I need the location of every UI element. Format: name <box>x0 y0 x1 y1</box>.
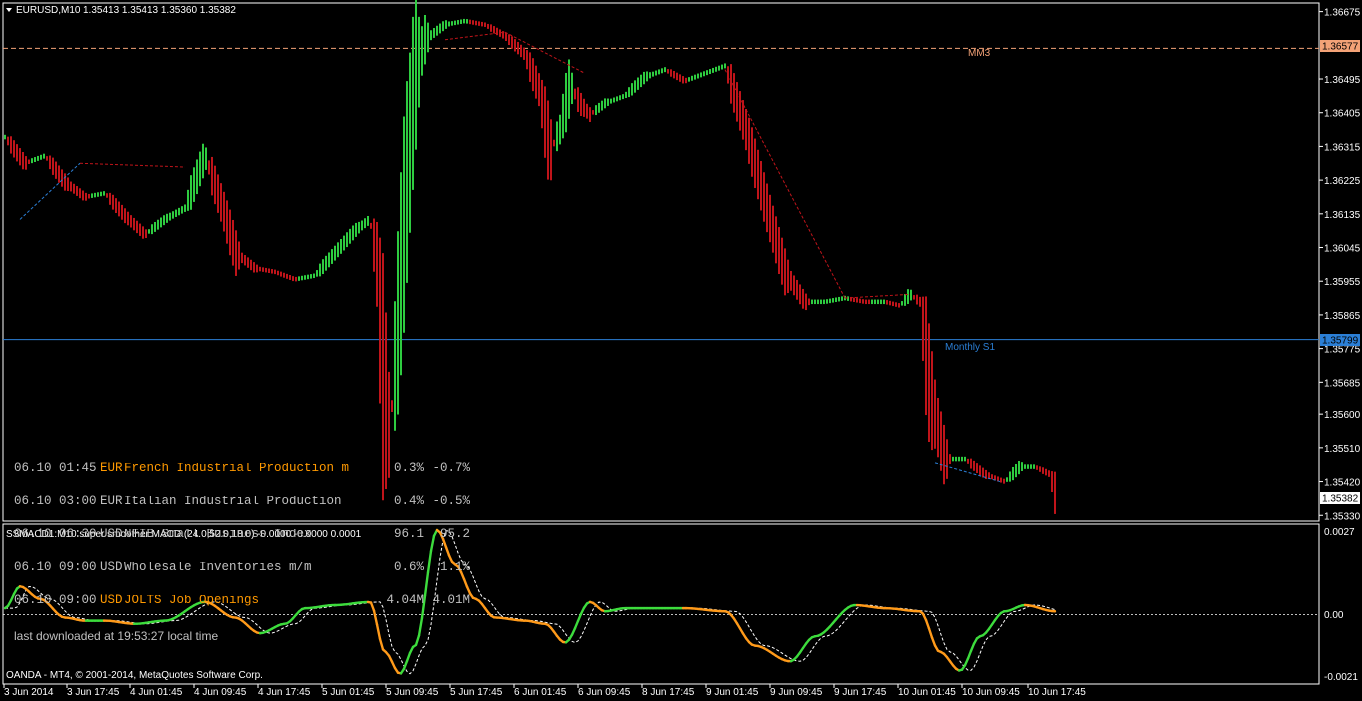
news-actual: 4.04M <box>386 593 424 607</box>
monthly-s1-label: Monthly S1 <box>945 342 995 353</box>
news-time: 06.10 01:45 <box>14 461 97 475</box>
news-row: 06.10 06:30 USD NFIB Small Business Inde… <box>14 527 484 541</box>
time-tick-label: 10 Jun 09:45 <box>962 687 1020 698</box>
price-plot[interactable] <box>3 0 1319 514</box>
time-tick-label: 9 Jun 17:45 <box>834 687 887 698</box>
price-tick-label: 1.35510 <box>1324 444 1361 455</box>
news-currency: USD <box>100 527 123 541</box>
svg-text:1.35382: 1.35382 <box>1322 494 1359 505</box>
news-event: French Industrial Production m <box>124 463 350 474</box>
news-actual: 0.4% <box>393 494 424 508</box>
news-event: Wholesale Inventories m/m <box>124 562 312 573</box>
macd-down-segment <box>927 627 934 639</box>
news-currency: EUR <box>100 494 123 508</box>
news-actual: 0.6% <box>393 560 424 574</box>
macd-up-segment <box>966 649 973 660</box>
news-time: 06.10 03:00 <box>14 494 97 508</box>
news-time: 06.10 06:30 <box>14 527 97 541</box>
time-tick-label: 10 Jun 01:45 <box>898 687 956 698</box>
news-actual: 0.3% <box>393 461 424 475</box>
macd-tick-top: 0.0027 <box>1324 527 1355 538</box>
price-tick-label: 1.36405 <box>1324 109 1361 120</box>
price-tick-label: 1.35600 <box>1324 410 1361 421</box>
mm3-price-tag: 1.36577 <box>1320 40 1360 53</box>
current-price-tag: 1.35382 <box>1320 492 1360 505</box>
news-prior: -0.5% <box>432 494 470 508</box>
time-tick-label: 9 Jun 01:45 <box>706 687 759 698</box>
copyright-label: OANDA - MT4, © 2001-2014, MetaQuotes Sof… <box>6 670 263 681</box>
time-tick-label: 9 Jun 09:45 <box>770 687 823 698</box>
time-tick-label: 3 Jun 17:45 <box>67 687 120 698</box>
price-tick-label: 1.35955 <box>1324 277 1361 288</box>
time-tick-label: 6 Jun 01:45 <box>514 687 567 698</box>
news-time: 06.10 09:00 <box>14 560 97 574</box>
news-prior: 95.2 <box>439 527 470 541</box>
price-tick-label: 1.35420 <box>1324 478 1361 489</box>
macd-down-segment <box>924 618 931 630</box>
news-time: 06.10 09:00 <box>14 593 97 607</box>
price-tick-label: 1.35865 <box>1324 311 1361 322</box>
price-tick-label: 1.35330 <box>1324 511 1361 522</box>
news-currency: USD <box>100 560 123 574</box>
news-row: 06.10 03:00 EUR Italian Industrial Produ… <box>14 494 484 508</box>
divergence-line <box>444 31 506 41</box>
macd-up-segment <box>405 651 412 663</box>
price-tick-label: 1.36135 <box>1324 210 1361 221</box>
svg-text:1.36577: 1.36577 <box>1322 42 1359 53</box>
time-tick-label: 4 Jun 17:45 <box>258 687 311 698</box>
time-tick-label: 4 Jun 09:45 <box>194 687 247 698</box>
price-tick-label: 1.35685 <box>1324 378 1361 389</box>
price-tick-label: 1.36045 <box>1324 244 1361 255</box>
time-axis: 3 Jun 2014 3 Jun 17:45 4 Jun 01:45 4 Jun 09… <box>3 684 1086 698</box>
macd-up-segment <box>402 659 409 671</box>
time-tick-label: 6 Jun 09:45 <box>578 687 631 698</box>
macd-down-segment <box>930 636 937 647</box>
symbol-label: EURUSD,M10 <box>16 5 81 16</box>
mm3-label: MM3 <box>968 48 991 59</box>
monthly-s1-price-tag: 1.35799 <box>1320 334 1360 347</box>
price-tick-label: 1.36315 <box>1324 142 1361 153</box>
time-tick-label: 10 Jun 17:45 <box>1028 687 1086 698</box>
news-row: 06.10 09:00 USD JOLTS Job Openings 4.04M… <box>14 593 484 607</box>
chevron-down-icon[interactable] <box>6 8 12 12</box>
news-panel: 06.10 01:45 EUR French Industrial Produc… <box>14 441 484 653</box>
price-axis: 1.36675 1.36495 1.36405 1.36315 1.36225 1.361… <box>1319 8 1361 522</box>
ohlc-label: 1.35413 1.35413 1.35360 1.35382 <box>83 5 236 16</box>
news-currency: EUR <box>100 461 123 475</box>
time-tick-label: 8 Jun 17:45 <box>642 687 695 698</box>
news-event: NFIB Small Business Index <box>124 529 312 540</box>
macd-tick-zero: 0.00 <box>1324 610 1344 621</box>
price-tick-label: 1.36225 <box>1324 176 1361 187</box>
news-row: 06.10 01:45 EUR French Industrial Produc… <box>14 461 484 475</box>
time-tick-label: 5 Jun 01:45 <box>322 687 375 698</box>
news-prior: 4.01M <box>432 593 470 607</box>
macd-tick-bottom: -0.0021 <box>1324 672 1358 683</box>
time-tick-label: 5 Jun 17:45 <box>450 687 503 698</box>
divergence-line <box>79 162 186 168</box>
news-event: Italian Industrial Production <box>124 496 342 507</box>
news-row: 06.10 09:00 USD Wholesale Inventories m/… <box>14 560 484 574</box>
news-prior: -0.7% <box>432 461 470 475</box>
news-footer: last downloaded at 19:53:27 local time <box>14 629 219 643</box>
price-tick-label: 1.36495 <box>1324 75 1361 86</box>
time-tick-label: 3 Jun 2014 <box>4 687 54 698</box>
news-currency: USD <box>100 593 123 607</box>
price-tick-label: 1.36675 <box>1324 8 1361 19</box>
time-tick-label: 4 Jun 01:45 <box>130 687 183 698</box>
time-tick-label: 5 Jun 09:45 <box>386 687 439 698</box>
news-event: JOLTS Job Openings <box>124 595 260 606</box>
svg-text:1.35799: 1.35799 <box>1322 336 1359 347</box>
news-actual: 96.1 <box>393 527 424 541</box>
news-prior: 1.1% <box>439 560 470 574</box>
